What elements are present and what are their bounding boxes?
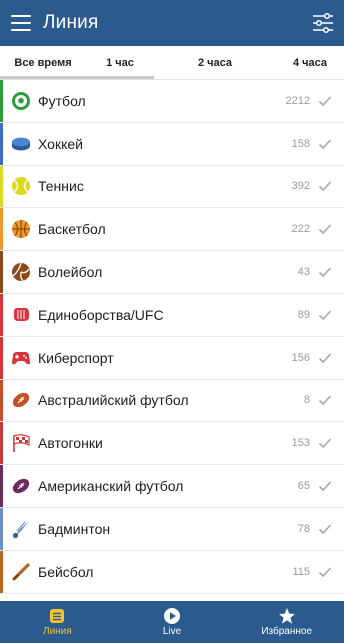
event-count: 65 (297, 480, 310, 493)
checkmark-icon[interactable] (318, 179, 332, 193)
volleyball-icon (10, 261, 32, 283)
sport-name: Теннис (38, 178, 84, 195)
australian-football-icon (10, 389, 32, 411)
event-count: 392 (291, 180, 310, 193)
sport-color-bar (0, 165, 3, 208)
sports-list: Футбол 2212 Хоккей 158 Теннис 392 Баскетбол 222… (0, 80, 344, 594)
hockey-puck-icon (10, 133, 32, 155)
sport-color-bar (0, 465, 3, 507)
page-title: Линия (43, 12, 99, 33)
sport-name: Американский футбол (38, 478, 184, 495)
list-item[interactable]: Бейсбол 115 (0, 550, 344, 594)
sport-name: Волейбол (38, 264, 103, 281)
filter-sliders-icon[interactable] (312, 12, 334, 34)
sport-color-bar (0, 208, 3, 251)
list-item[interactable]: Футбол 2212 (0, 80, 344, 123)
nav-line[interactable]: Линия (0, 601, 115, 643)
nav-live-label: Live (162, 626, 182, 637)
nav-line-label: Линия (43, 626, 72, 637)
app-header: Линия (0, 0, 344, 46)
hamburger-menu-icon[interactable] (11, 15, 31, 31)
list-item[interactable]: Автогонки 153 (0, 422, 344, 466)
list-item[interactable]: Единоборства/UFC 89 (0, 293, 344, 337)
tennis-ball-icon (10, 175, 32, 197)
list-item[interactable]: Австралийский футбол 8 (0, 379, 344, 423)
list-item[interactable]: Теннис 392 (0, 165, 344, 209)
sport-name: Автогонки (38, 435, 103, 452)
checkmark-icon[interactable] (318, 137, 332, 151)
sport-color-bar (0, 379, 3, 422)
sport-color-bar (0, 550, 3, 593)
checkmark-icon[interactable] (318, 94, 332, 108)
list-icon (50, 609, 65, 623)
list-item[interactable]: Бадминтон 78 (0, 507, 344, 551)
american-football-icon (10, 475, 32, 497)
event-count: 156 (291, 351, 310, 364)
list-item[interactable]: Хоккей 158 (0, 122, 344, 166)
tab-4-hours[interactable]: 4 часа (276, 46, 344, 79)
star-icon (278, 608, 295, 624)
sport-color-bar (0, 336, 3, 379)
tab-1-hour[interactable]: 1 час (86, 46, 154, 79)
checkmark-icon[interactable] (318, 522, 332, 536)
nav-favorites[interactable]: Избранное (229, 601, 344, 643)
sport-color-bar (0, 507, 3, 550)
bottom-navigation: Линия Live Избранное (0, 601, 344, 643)
soccer-ball-icon (10, 90, 32, 112)
sport-name: Хоккей (38, 135, 83, 152)
nav-live[interactable]: Live (115, 601, 230, 643)
event-count: 158 (291, 137, 310, 150)
sport-color-bar (0, 251, 3, 293)
event-count: 78 (297, 522, 310, 535)
list-item[interactable]: Американский футбол 65 (0, 465, 344, 508)
checkmark-icon[interactable] (318, 393, 332, 407)
event-count: 2212 (285, 94, 310, 107)
sport-color-bar (0, 122, 3, 165)
boxing-glove-icon (10, 304, 32, 326)
sport-name: Бадминтон (38, 520, 111, 537)
event-count: 43 (297, 266, 310, 279)
checkmark-icon[interactable] (318, 479, 332, 493)
checkered-flag-icon (10, 432, 32, 454)
baseball-bat-icon (10, 561, 32, 583)
sport-name: Единоборства/UFC (38, 306, 164, 323)
sport-color-bar (0, 422, 3, 465)
sport-name: Баскетбол (38, 221, 106, 238)
basketball-icon (10, 218, 32, 240)
sport-color-bar (0, 293, 3, 336)
play-icon (164, 608, 180, 624)
nav-favorites-label: Избранное (261, 626, 313, 637)
shuttlecock-icon (10, 518, 32, 540)
checkmark-icon[interactable] (318, 351, 332, 365)
sport-name: Бейсбол (38, 563, 94, 580)
checkmark-icon[interactable] (318, 565, 332, 579)
sport-name: Киберспорт (38, 349, 114, 366)
tab-all-time[interactable]: Все время (0, 46, 86, 79)
time-filter-tabs: Все время 1 час 2 часа 4 часа (0, 46, 344, 80)
tab-2-hours[interactable]: 2 часа (154, 46, 276, 79)
sport-name: Футбол (38, 92, 86, 109)
gamepad-icon (10, 347, 32, 369)
event-count: 222 (291, 223, 310, 236)
checkmark-icon[interactable] (318, 222, 332, 236)
checkmark-icon[interactable] (318, 265, 332, 279)
tab-indicator (0, 76, 154, 79)
list-item[interactable]: Волейбол 43 (0, 251, 344, 294)
sport-color-bar (0, 80, 3, 122)
event-count: 89 (297, 308, 310, 321)
checkmark-icon[interactable] (318, 436, 332, 450)
event-count: 8 (303, 394, 310, 407)
event-count: 153 (291, 437, 310, 450)
event-count: 115 (292, 565, 310, 578)
list-item[interactable]: Баскетбол 222 (0, 208, 344, 252)
list-item[interactable]: Киберспорт 156 (0, 336, 344, 380)
sport-name: Австралийский футбол (38, 392, 189, 409)
checkmark-icon[interactable] (318, 308, 332, 322)
